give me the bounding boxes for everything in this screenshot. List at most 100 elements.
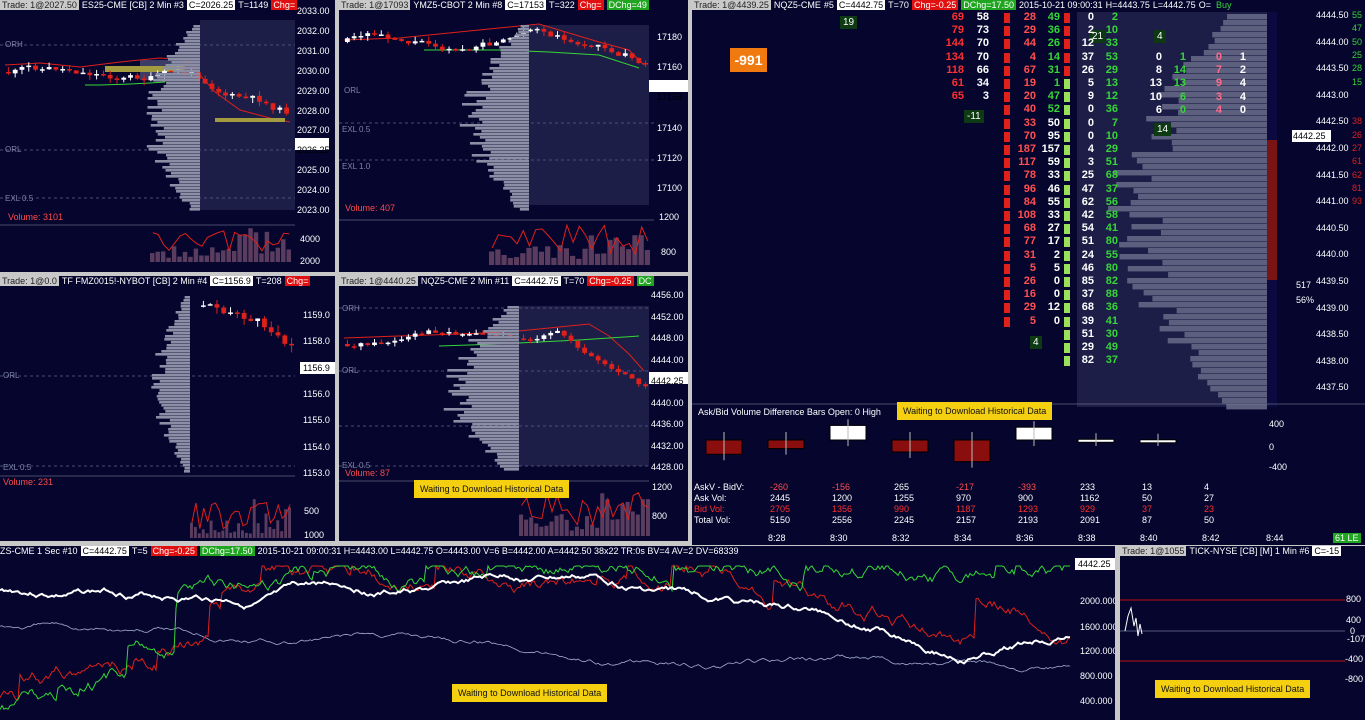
dom-profile-bar: [1171, 122, 1267, 128]
price-tick: 4448.00: [651, 333, 684, 343]
dom-profile-bar: [1176, 128, 1267, 134]
dom-profile-bar: [1162, 218, 1267, 224]
ym-chart-panel[interactable]: Trade: 1@17093 YMZ5-CBOT 2 Min #8 C=17153 T…: [339, 0, 688, 272]
dom-cell: 66: [976, 63, 989, 76]
dom-cell: 50: [1047, 116, 1060, 129]
dom-profile-bar: [1133, 188, 1267, 194]
dom-ladder-panel[interactable]: Trade: 1@4439.25 NQZ5-CME #5 C=4442.75 T=70 C…: [692, 0, 1365, 545]
volume-bar: [613, 237, 619, 265]
dom-cell: 80: [1105, 235, 1118, 248]
volume-bar: [619, 246, 626, 265]
nyse-tick-panel[interactable]: Trade: 1@1055 TICK-NYSE [CB] [M] 1 Min #6…: [1120, 546, 1365, 720]
candle: [480, 333, 486, 335]
dom-diff-axis-mid: 0: [1269, 442, 1275, 452]
profile-bar: [170, 172, 200, 175]
dom-table-cell: 23: [1204, 504, 1215, 514]
dom-cell: 82: [1081, 354, 1094, 367]
dom-volume-bar: [1064, 79, 1070, 89]
volume-bar: [559, 514, 564, 536]
dom-cell: 62: [1081, 195, 1094, 208]
dom-cell: 14: [1173, 64, 1186, 77]
profile-bar: [469, 142, 529, 145]
candle: [87, 72, 93, 76]
profile-bar: [519, 208, 529, 211]
profile-bar: [173, 70, 200, 73]
profile-bar: [475, 127, 529, 130]
dom-time-label: 8:30: [830, 533, 848, 543]
dom-price-tick: 4437.50: [1316, 382, 1349, 393]
ym-volume-label: Volume: 407: [345, 203, 396, 213]
candle: [439, 46, 445, 50]
price-tick: 1153.0: [303, 468, 330, 478]
dom-corner-label: 61 LE: [1333, 533, 1361, 543]
dom-profile-bar: [1178, 98, 1267, 104]
dom-cell: 4: [1239, 77, 1246, 90]
profile-bar: [489, 175, 529, 178]
dom-cell: 70: [1023, 129, 1036, 142]
price-tick: 1159.0: [303, 310, 330, 320]
profile-bar: [167, 157, 200, 160]
volume-bar: [264, 231, 270, 262]
dom-price-tick: 4441.50: [1316, 169, 1349, 180]
tf-chart-panel[interactable]: Trade: 1@0.0 TF FMZ0015!-NYBOT [CB] 2 Min…: [0, 276, 335, 541]
dom-volume-bar: [1064, 13, 1070, 23]
candle: [473, 46, 479, 51]
tick-chart-panel[interactable]: ZS-CME 1 Sec #10 C=4442.75 T=5 Chg=-0.25 DCh…: [0, 546, 1115, 720]
ym-vol-tick: 800: [661, 247, 677, 257]
profile-bar: [163, 407, 190, 410]
tf-vol-tick: 500: [304, 506, 320, 516]
candle: [392, 38, 398, 40]
candle: [107, 74, 113, 79]
candle: [12, 69, 18, 74]
profile-bar: [453, 384, 519, 387]
profile-bar: [152, 94, 200, 97]
es-chart-panel[interactable]: Trade: 1@2027.50 ES25-CME [CB] 2 Min #3 C=…: [0, 0, 335, 272]
dom-cell: 5: [1029, 261, 1036, 274]
profile-bar: [158, 392, 190, 395]
profile-bar: [155, 73, 200, 76]
volume-bar: [166, 257, 171, 262]
volume-bar: [155, 251, 160, 262]
volume-bar: [221, 250, 226, 262]
profile-bar: [492, 318, 519, 321]
dom-cell: 47: [1081, 182, 1094, 195]
es-orh: ORH: [5, 40, 23, 49]
profile-bar: [487, 85, 529, 88]
price-tick: 2033.00: [297, 6, 330, 16]
profile-bar: [183, 470, 190, 473]
dom-table-cell: -393: [1018, 482, 1037, 492]
candle: [345, 38, 350, 42]
profile-bar: [155, 353, 190, 356]
dom-cell: 33: [1105, 37, 1118, 50]
nyse-axis: -800: [1345, 674, 1364, 684]
candle: [467, 334, 472, 336]
profile-bar: [490, 88, 529, 91]
candle: [229, 93, 235, 96]
volume-bar: [264, 513, 268, 538]
dom-volume-bar: [1064, 343, 1070, 353]
dom-volume-bar: [1004, 250, 1010, 261]
profile-bar: [510, 199, 529, 202]
dom-volume-bar: [1064, 39, 1070, 50]
volume-line: [191, 502, 291, 530]
profile-bar: [162, 67, 200, 70]
dom-cell: 34: [976, 77, 989, 89]
volume-bar: [590, 524, 595, 536]
profile-bar: [447, 369, 519, 372]
candle: [643, 63, 648, 65]
profile-bar: [157, 398, 190, 401]
profile-bar: [467, 363, 519, 366]
dom-profile-bar: [1192, 362, 1267, 368]
dom-volume-bar: [1004, 13, 1010, 23]
dom-cell: 1: [1239, 51, 1246, 63]
profile-bar: [497, 462, 519, 465]
price-tick: 2025.00: [297, 165, 330, 176]
nq-chart-panel[interactable]: Trade: 1@4440.25 NQZ5-CME 2 Min #11 C=4442…: [339, 276, 688, 541]
volume-bar: [221, 530, 225, 538]
dom-profile-bar: [1210, 386, 1267, 392]
candle: [268, 327, 274, 333]
dom-cell: 37: [1081, 288, 1094, 301]
dom-cell: 95: [1047, 129, 1060, 142]
profile-bar: [157, 100, 200, 103]
profile-bar: [446, 375, 519, 378]
